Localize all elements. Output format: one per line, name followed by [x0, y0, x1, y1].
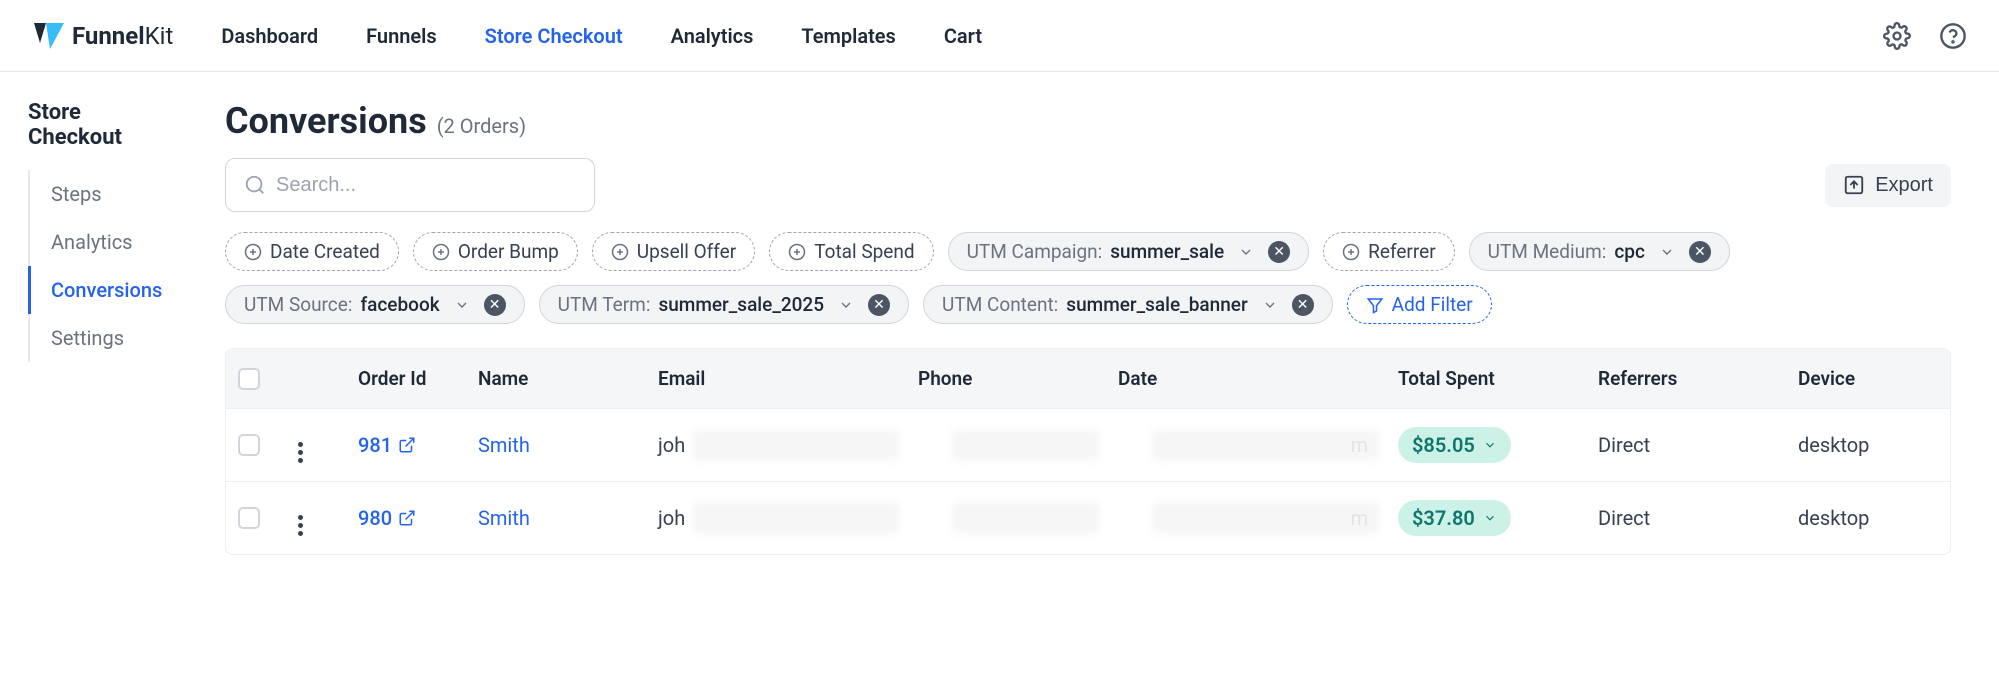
content-wrapper: Store Checkout Steps Analytics Conversio… [0, 72, 1999, 583]
row-checkbox[interactable] [238, 434, 260, 456]
chevron-down-icon [1238, 244, 1254, 260]
total-spent-badge[interactable]: $85.05 [1398, 427, 1511, 463]
filter-pill-total-spend[interactable]: Total Spend [769, 232, 933, 271]
close-icon[interactable]: ✕ [1292, 294, 1314, 316]
close-icon[interactable]: ✕ [868, 294, 890, 316]
col-phone: Phone [918, 367, 1118, 390]
external-link-icon [398, 509, 416, 527]
close-icon[interactable]: ✕ [1268, 241, 1290, 263]
plus-icon [611, 243, 629, 261]
date-cell: m [1118, 433, 1398, 457]
table-header: Order Id Name Email Phone Date Total Spe… [226, 349, 1950, 408]
export-icon [1843, 174, 1865, 196]
close-icon[interactable]: ✕ [484, 294, 506, 316]
top-header: FunnelKit Dashboard Funnels Store Checko… [0, 0, 1999, 72]
search-row: Export [225, 158, 1951, 212]
nav-analytics[interactable]: Analytics [671, 24, 754, 48]
page-subtitle: (2 Orders) [437, 114, 526, 138]
filter-pill-upsell[interactable]: Upsell Offer [592, 232, 755, 271]
select-all-checkbox[interactable] [238, 368, 260, 390]
phone-cell [918, 506, 1118, 530]
filter-pill-order-bump[interactable]: Order Bump [413, 232, 578, 271]
gear-icon[interactable] [1883, 22, 1911, 50]
phone-cell [918, 433, 1118, 457]
col-device: Device [1798, 367, 1938, 390]
logo-mark-icon [32, 19, 66, 53]
chevron-down-icon [1262, 297, 1278, 313]
external-link-icon [398, 436, 416, 454]
plus-icon [432, 243, 450, 261]
date-cell: m [1118, 506, 1398, 530]
export-label: Export [1875, 174, 1933, 197]
email-cell: joh [658, 433, 918, 457]
title-row: Conversions (2 Orders) [225, 100, 1951, 142]
header-icons [1883, 22, 1967, 50]
search-icon [244, 174, 266, 196]
main-nav: Dashboard Funnels Store Checkout Analyti… [221, 24, 1883, 48]
row-menu-icon[interactable] [298, 442, 303, 463]
main-area: Conversions (2 Orders) Export Date Creat… [185, 72, 1999, 583]
add-filter-button[interactable]: Add Filter [1347, 285, 1492, 324]
conversions-table: Order Id Name Email Phone Date Total Spe… [225, 348, 1951, 555]
filter-pill-referrer[interactable]: Referrer [1323, 232, 1454, 271]
sidebar-item-steps[interactable]: Steps [28, 170, 177, 218]
table-row: 981 Smith joh m $85.05 Direct desktop [226, 408, 1950, 481]
sidebar-title: Store Checkout [28, 100, 177, 150]
filter-pill-date-created[interactable]: Date Created [225, 232, 399, 271]
sidebar-items: Steps Analytics Conversions Settings [28, 170, 177, 362]
col-email: Email [658, 367, 918, 390]
device-cell: desktop [1798, 433, 1938, 457]
page-title: Conversions [225, 100, 427, 142]
filter-pill-utm-campaign[interactable]: UTM Campaign: summer_sale ✕ [948, 232, 1310, 271]
plus-icon [788, 243, 806, 261]
filter-icon [1366, 296, 1384, 314]
nav-cart[interactable]: Cart [944, 24, 982, 48]
nav-store-checkout[interactable]: Store Checkout [485, 24, 623, 48]
filter-pill-utm-medium[interactable]: UTM Medium: cpc ✕ [1469, 232, 1730, 271]
sidebar-item-analytics[interactable]: Analytics [28, 218, 177, 266]
help-icon[interactable] [1939, 22, 1967, 50]
filter-pill-utm-content[interactable]: UTM Content: summer_sale_banner ✕ [923, 285, 1333, 324]
nav-funnels[interactable]: Funnels [366, 24, 437, 48]
brand-logo[interactable]: FunnelKit [32, 19, 173, 53]
export-button[interactable]: Export [1825, 164, 1951, 207]
col-referrers: Referrers [1598, 367, 1798, 390]
chevron-down-icon [1483, 511, 1497, 525]
col-total-spent: Total Spent [1398, 367, 1598, 390]
referrer-cell: Direct [1598, 433, 1798, 457]
row-menu-icon[interactable] [298, 515, 303, 536]
referrer-cell: Direct [1598, 506, 1798, 530]
email-cell: joh [658, 506, 918, 530]
search-box[interactable] [225, 158, 595, 212]
brand-name: FunnelKit [72, 22, 173, 50]
col-date: Date [1118, 367, 1398, 390]
table-row: 980 Smith joh m $37.80 Direct desktop [226, 481, 1950, 554]
name-cell[interactable]: Smith [478, 506, 658, 530]
filter-pill-utm-source[interactable]: UTM Source: facebook ✕ [225, 285, 525, 324]
filter-bar: Date Created Order Bump Upsell Offer Tot… [225, 232, 1951, 324]
nav-templates[interactable]: Templates [801, 24, 895, 48]
filter-pill-utm-term[interactable]: UTM Term: summer_sale_2025 ✕ [539, 285, 909, 324]
search-input[interactable] [276, 174, 576, 197]
col-order-id: Order Id [358, 367, 478, 390]
chevron-down-icon [1483, 438, 1497, 452]
plus-icon [244, 243, 262, 261]
sidebar-item-conversions[interactable]: Conversions [28, 266, 177, 314]
chevron-down-icon [838, 297, 854, 313]
sidebar-item-settings[interactable]: Settings [28, 314, 177, 362]
plus-icon [1342, 243, 1360, 261]
sidebar: Store Checkout Steps Analytics Conversio… [0, 72, 185, 583]
device-cell: desktop [1798, 506, 1938, 530]
order-link[interactable]: 981 [358, 433, 478, 457]
col-name: Name [478, 367, 658, 390]
row-checkbox[interactable] [238, 507, 260, 529]
chevron-down-icon [454, 297, 470, 313]
total-spent-badge[interactable]: $37.80 [1398, 500, 1511, 536]
order-link[interactable]: 980 [358, 506, 478, 530]
close-icon[interactable]: ✕ [1689, 241, 1711, 263]
nav-dashboard[interactable]: Dashboard [221, 24, 318, 48]
chevron-down-icon [1659, 244, 1675, 260]
name-cell[interactable]: Smith [478, 433, 658, 457]
